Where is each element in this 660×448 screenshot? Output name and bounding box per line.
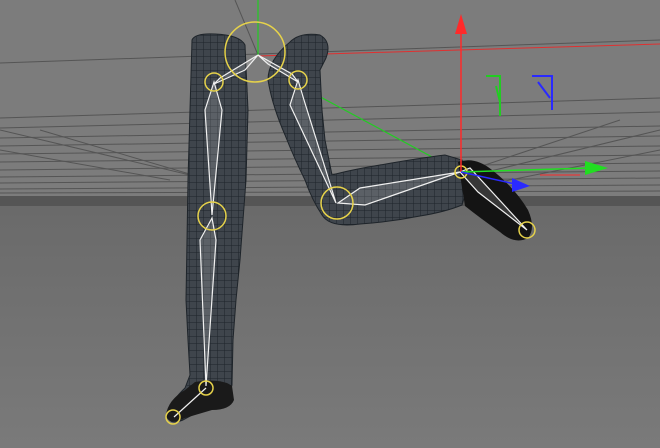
floor-plane — [0, 206, 660, 448]
3d-viewport[interactable] — [0, 0, 660, 448]
viewport-canvas[interactable] — [0, 0, 660, 448]
